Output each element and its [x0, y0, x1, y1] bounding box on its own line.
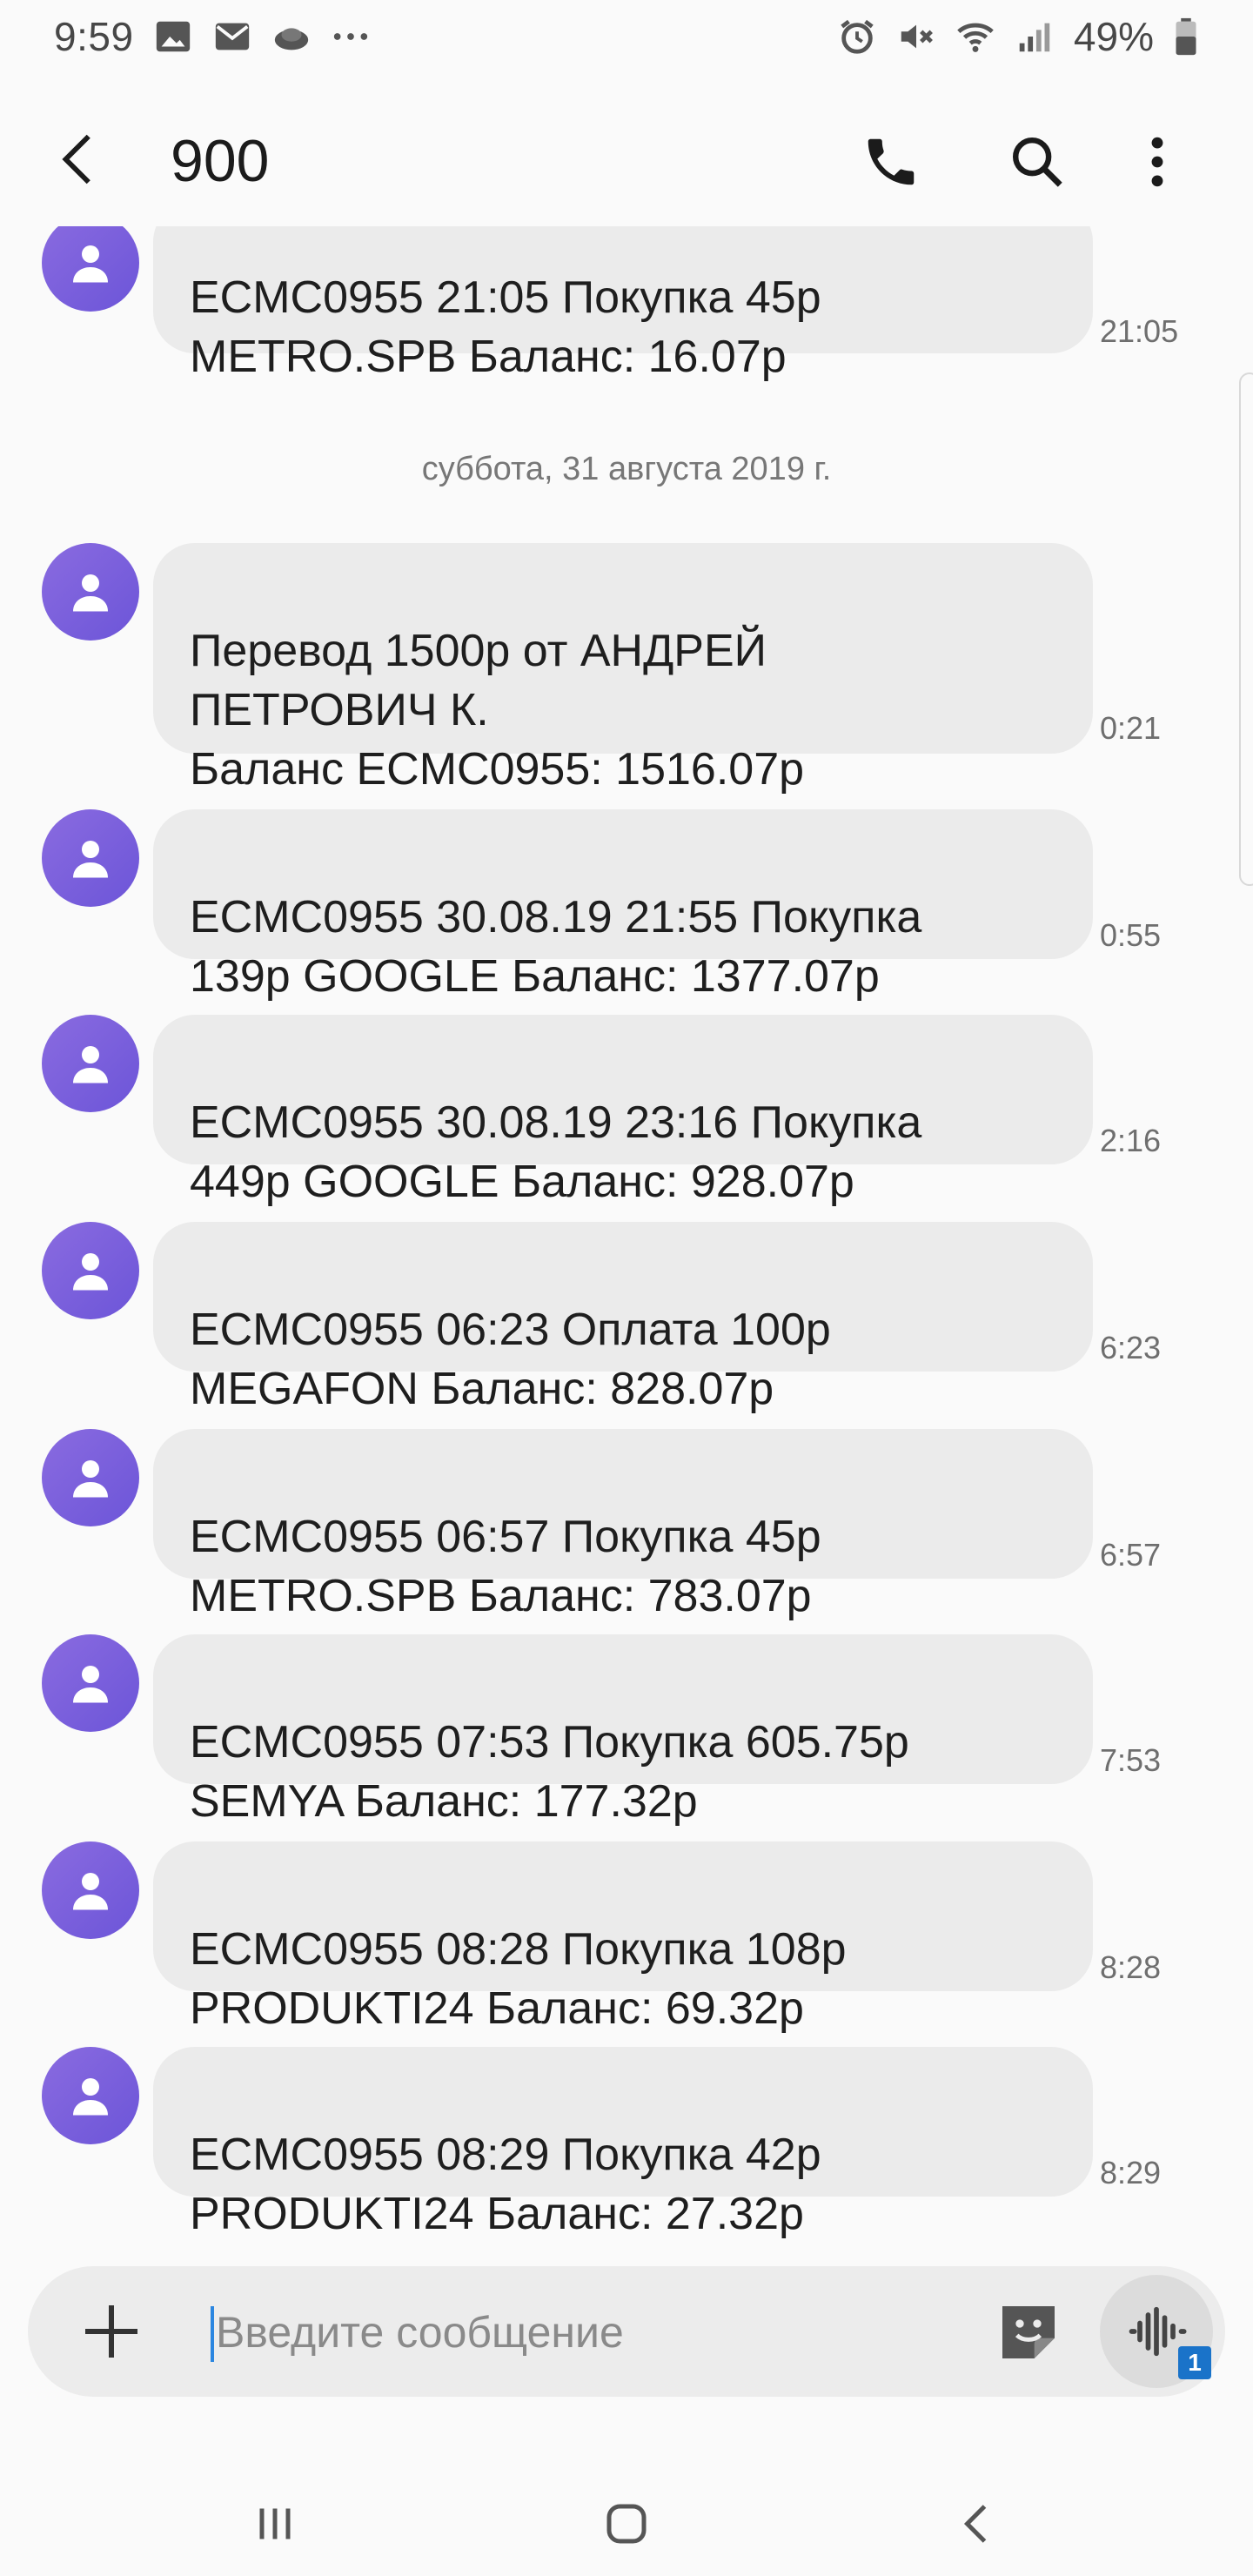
back-nav-button[interactable] [943, 2489, 1013, 2559]
app-bar: 900 [0, 96, 1253, 226]
person-icon [73, 1460, 108, 1498]
home-button[interactable] [592, 2489, 661, 2559]
sticker-button[interactable] [994, 2298, 1063, 2367]
message-time: 2:16 [1100, 1123, 1162, 1158]
message-thread[interactable]: ECMC0955 21:05 Покупка 45р METRO.SPB Бал… [0, 0, 1253, 2576]
search-button[interactable] [1002, 127, 1072, 197]
home-icon [606, 2504, 647, 2544]
contact-avatar[interactable] [42, 1222, 139, 1319]
person-icon [73, 245, 108, 283]
back-arrow-icon [62, 134, 90, 184]
contact-avatar[interactable] [42, 1429, 139, 1526]
message-time: 8:29 [1100, 2155, 1162, 2190]
person-icon [73, 574, 108, 612]
more-dots-icon [331, 17, 371, 57]
message-text: ECMC0955 08:29 Покупка 42р PRODUKTI24 Ба… [190, 2130, 821, 2239]
phone-icon [868, 138, 915, 185]
call-button[interactable] [856, 127, 926, 197]
back-nav-icon [963, 2505, 987, 2543]
recents-button[interactable] [240, 2489, 310, 2559]
status-bar: 9:59 49% [0, 0, 1253, 73]
voice-badge: 1 [1178, 2346, 1211, 2379]
back-button[interactable] [50, 129, 111, 190]
battery-icon [1173, 17, 1199, 57]
message-composer: 1 [28, 2266, 1225, 2397]
message-time: 8:28 [1100, 1949, 1162, 1985]
attach-button[interactable] [77, 2297, 146, 2366]
person-icon [73, 841, 108, 878]
sticker-icon [1002, 2306, 1055, 2358]
contact-avatar[interactable] [42, 1634, 139, 1732]
weather-icon [271, 17, 312, 57]
message-text: ECMC0955 21:05 Покупка 45р METRO.SPB Бал… [190, 272, 821, 382]
scroll-handle[interactable] [1239, 372, 1253, 886]
message-bubble[interactable]: Перевод 1500р от АНДРЕЙ ПЕТРОВИЧ К. Бала… [153, 543, 1093, 795]
contact-avatar[interactable] [42, 809, 139, 907]
contact-avatar[interactable] [42, 543, 139, 641]
mute-icon [896, 17, 936, 57]
message-bubble[interactable]: ECMC0955 06:57 Покупка 45р METRO.SPB Бал… [153, 1429, 1093, 1621]
message-time: 6:57 [1100, 1537, 1162, 1573]
contact-avatar[interactable] [42, 1015, 139, 1112]
more-vert-icon [1151, 137, 1163, 187]
gallery-icon [153, 17, 193, 57]
message-text: ECMC0955 06:57 Покупка 45р METRO.SPB Бал… [190, 1512, 821, 1621]
date-divider: суббота, 31 августа 2019 г. [421, 451, 832, 487]
message-time: 7:53 [1100, 1742, 1162, 1778]
message-text: ECMC0955 07:53 Покупка 605.75р SEMYA Бал… [190, 1717, 909, 1827]
message-text: ECMC0955 08:28 Покупка 108р PRODUKTI24 Б… [190, 1924, 847, 2034]
plus-icon [85, 2305, 137, 2358]
message-bubble[interactable]: ECMC0955 08:29 Покупка 42р PRODUKTI24 Ба… [153, 2047, 1093, 2239]
person-icon [73, 1046, 108, 1083]
status-time: 9:59 [54, 14, 134, 59]
person-icon [73, 1253, 108, 1291]
message-text: ECMC0955 30.08.19 21:55 Покупка 139р GOO… [190, 892, 922, 1002]
message-time: 21:05 [1100, 313, 1179, 349]
message-bubble[interactable]: ECMC0955 07:53 Покупка 605.75р SEMYA Бал… [153, 1634, 1093, 1827]
message-time: 6:23 [1100, 1330, 1162, 1365]
person-icon [73, 1873, 108, 1910]
system-nav-bar [0, 2454, 1253, 2576]
message-text: ECMC0955 30.08.19 23:16 Покупка 449р GOO… [190, 1097, 922, 1207]
message-time: 0:21 [1100, 710, 1162, 746]
message-bubble[interactable]: ECMC0955 30.08.19 21:55 Покупка 139р GOO… [153, 809, 1093, 1002]
search-icon [1013, 138, 1062, 187]
wifi-icon [955, 17, 995, 57]
message-text: Перевод 1500р от АНДРЕЙ ПЕТРОВИЧ К. Бала… [190, 626, 805, 795]
person-icon [73, 1666, 108, 1703]
battery-percent: 49% [1073, 14, 1154, 59]
message-input[interactable] [211, 2296, 976, 2369]
conversation-title: 900 [171, 128, 270, 194]
message-bubble[interactable]: ECMC0955 06:23 Оплата 100р MEGAFON Балан… [153, 1222, 1093, 1414]
mail-icon [212, 17, 252, 57]
contact-avatar[interactable] [42, 214, 139, 312]
signal-icon [1015, 17, 1055, 57]
message-text: ECMC0955 06:23 Оплата 100р MEGAFON Балан… [190, 1305, 831, 1414]
more-options-button[interactable] [1122, 127, 1192, 197]
contact-avatar[interactable] [42, 1841, 139, 1939]
alarm-icon [837, 17, 877, 57]
message-time: 0:55 [1100, 917, 1162, 953]
recents-icon [259, 2508, 291, 2539]
message-bubble[interactable]: ECMC0955 08:28 Покупка 108р PRODUKTI24 Б… [153, 1841, 1093, 2034]
person-icon [73, 2078, 108, 2116]
message-bubble[interactable]: ECMC0955 30.08.19 23:16 Покупка 449р GOO… [153, 1015, 1093, 1207]
contact-avatar[interactable] [42, 2047, 139, 2144]
